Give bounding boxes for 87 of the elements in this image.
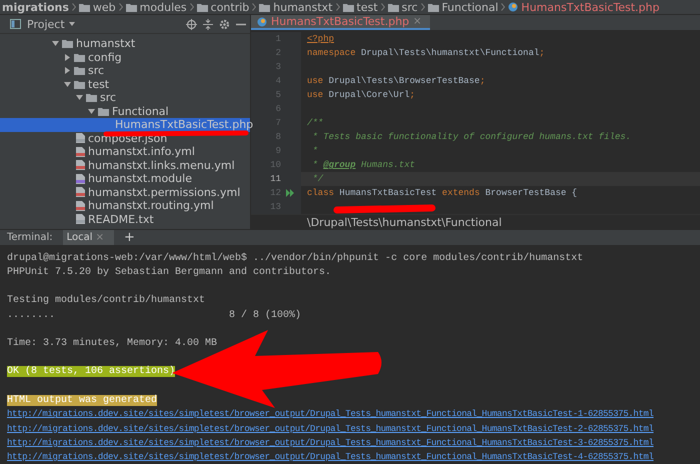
breadcrumb-item[interactable]: test: [342, 0, 378, 14]
chevron-icon: [72, 3, 76, 12]
expanded-arrow-icon[interactable]: [52, 40, 59, 48]
run-icon[interactable]: [286, 189, 294, 198]
tree-item[interactable]: humanstxt.info.yml: [0, 145, 195, 159]
panel-icon: [10, 19, 21, 30]
tree-item[interactable]: README.txt: [0, 212, 154, 226]
tree-item[interactable]: src: [0, 91, 116, 105]
chevron-icon: [420, 3, 425, 12]
file-icon: [76, 146, 85, 157]
php-file-icon: [508, 2, 518, 12]
terminal-tab[interactable]: Local ×: [62, 230, 114, 246]
terminal-line: Testing modules/contrib/humanstxt: [7, 295, 206, 306]
folder-icon: [98, 106, 109, 116]
output-link[interactable]: http://migrations.ddev.site/sites/simpletest/browser_output/Drupal_Tests_humanstxt_Functional_HumansTxtBasicTest-1-62855375.html: [7, 409, 654, 420]
tree-item[interactable]: src: [0, 64, 104, 78]
collapse-icon[interactable]: [203, 18, 213, 30]
terminal-line: Time: 3.73 minutes, Memory: 4.00 MB: [7, 338, 218, 349]
namespace-breadcrumb: \Drupal\Tests\humanstxt\Functional: [307, 216, 502, 229]
success-message: OK (8 tests, 106 assertions): [7, 366, 176, 378]
file-icon: [76, 187, 85, 198]
file-icon: [76, 200, 85, 211]
code-line: class HumansTxtBasicTest extends BrowserTestBase {: [306, 188, 578, 198]
tree-item[interactable]: Functional: [0, 104, 169, 118]
tree-item[interactable]: composer.json: [0, 132, 168, 146]
output-link[interactable]: http://migrations.ddev.site/sites/simpletest/browser_output/Drupal_Tests_humanstxt_Functional_HumansTxtBasicTest-2-62855375.html: [7, 424, 654, 434]
folder-icon: [74, 52, 85, 62]
terminal-line: drupal@migrations-web:/var/www/html/web$ ../vendor/bin/phpunit -c core modules/contrib/humanstxt: [7, 252, 584, 264]
breadcrumb-item[interactable]: contrib: [196, 0, 250, 14]
file-icon: [76, 133, 85, 144]
code-line: namespace Drupal\Tests\humanstxt\Functional;: [306, 48, 545, 58]
folder-icon: [196, 2, 208, 12]
folder-icon: [259, 2, 270, 12]
breadcrumb-item[interactable]: humanstxt: [259, 0, 333, 14]
breadcrumb-item[interactable]: HumansTxtBasicTest.php: [508, 0, 660, 14]
folder-icon: [86, 93, 97, 102]
code-line: * @group Humans.txt: [311, 160, 416, 170]
warning-message: HTML output was generated: [7, 394, 158, 406]
code-line: use Drupal\Core\Url;: [306, 90, 416, 100]
code-line: use Drupal\Tests\BrowserTestBase;: [306, 76, 486, 86]
crosshair-icon[interactable]: [186, 18, 197, 30]
folder-icon: [74, 80, 85, 89]
code-line: /**: [306, 118, 324, 128]
panel-title[interactable]: Project: [27, 18, 65, 31]
breadcrumb-item[interactable]: src: [388, 0, 418, 14]
folder-icon: [78, 2, 90, 12]
tree-item[interactable]: humanstxt.permissions.yml: [0, 186, 240, 200]
chevron-icon: [118, 3, 123, 12]
file-icon: [76, 160, 85, 170]
folder-icon: [342, 2, 354, 12]
tree-item[interactable]: humanstxt.routing.yml: [0, 199, 214, 213]
php-file-icon: [257, 16, 267, 27]
code-line: <?php: [306, 34, 334, 44]
code-line: * Tests basic functionality of configured humans.txt files.: [311, 132, 632, 142]
chevron-icon: [336, 3, 340, 12]
progress-dots: ........: [7, 310, 56, 321]
dropdown-icon[interactable]: [68, 22, 75, 26]
tree-item[interactable]: humanstxt.links.menu.yml: [0, 158, 235, 172]
terminal-line: PHPUnit 7.5.20 by Sebastian Bergmann and contributors.: [7, 266, 332, 278]
terminal-label: Terminal:: [7, 232, 53, 244]
output-link[interactable]: http://migrations.ddev.site/sites/simpletest/browser_output/Drupal_Tests_humanstxt_Functional_HumansTxtBasicTest-4-62855375.html: [7, 452, 654, 462]
folder-icon: [74, 66, 85, 76]
line-number: 11: [269, 174, 281, 184]
tree-item[interactable]: humanstxt.module: [0, 172, 192, 186]
breadcrumb-item[interactable]: Functional: [428, 0, 498, 14]
breadcrumb-item[interactable]: migrations: [2, 0, 69, 14]
breadcrumb-item[interactable]: modules: [126, 0, 187, 14]
tree-item[interactable]: humanstxt: [0, 37, 136, 51]
folder-icon: [388, 2, 399, 12]
folder-icon: [126, 2, 137, 12]
tree-item[interactable]: test: [0, 78, 110, 92]
chevron-icon: [252, 3, 256, 12]
add-tab-button[interactable]: +: [124, 230, 135, 246]
chevron-icon: [501, 3, 506, 12]
folder-icon: [428, 2, 439, 12]
folder-icon: [62, 39, 73, 48]
breadcrumb-item[interactable]: web: [78, 0, 116, 14]
chevron-icon: [380, 3, 385, 12]
output-link[interactable]: http://migrations.ddev.site/sites/simpletest/browser_output/Drupal_Tests_humanstxt_Functional_HumansTxtBasicTest-3-62855375.html: [7, 438, 654, 448]
file-icon: [76, 174, 85, 184]
progress-count: 8 / 8 (100%): [229, 310, 302, 321]
settings-icon[interactable]: [219, 18, 230, 30]
code-line: */: [311, 174, 324, 184]
file-icon: [76, 214, 85, 224]
tree-item[interactable]: config: [0, 50, 122, 64]
chevron-icon: [190, 3, 194, 12]
code-line: *: [311, 146, 318, 156]
